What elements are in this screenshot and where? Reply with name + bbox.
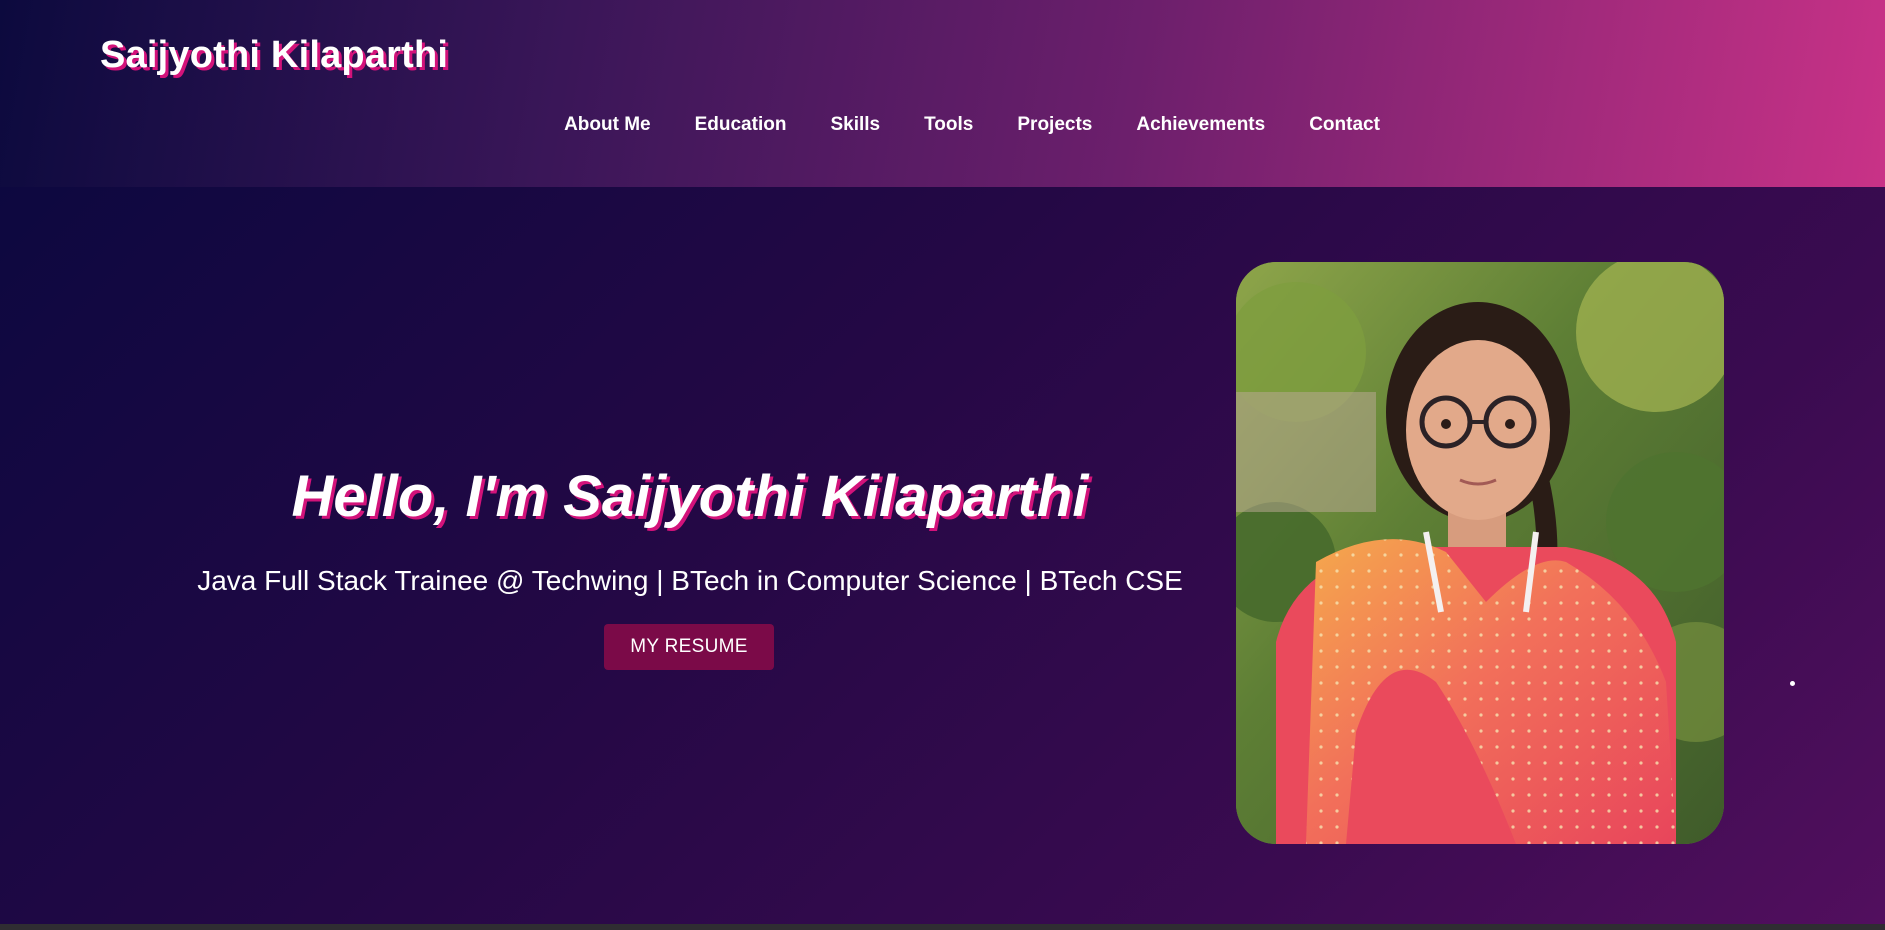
brand-name[interactable]: Saijyothi Kilaparthi [100,34,448,77]
nav-projects[interactable]: Projects [995,114,1114,136]
nav-education[interactable]: Education [673,114,809,136]
resume-button[interactable]: MY RESUME [604,624,774,670]
bottom-strip [0,924,1885,930]
hero-title: Hello, I'm Saijyothi Kilaparthi [291,464,1089,529]
profile-photo [1236,262,1724,844]
decorative-dot [1790,681,1795,686]
hero-text: Hello, I'm Saijyothi Kilaparthi Java Ful… [130,187,1250,924]
nav-links: About Me Education Skills Tools Projects… [542,114,1402,136]
site-header: Saijyothi Kilaparthi About Me Education … [0,0,1885,187]
hero-section: Hello, I'm Saijyothi Kilaparthi Java Ful… [0,187,1885,924]
main-nav: About Me Education Skills Tools Projects… [0,114,1885,136]
nav-skills[interactable]: Skills [808,114,902,136]
hero-subtitle: Java Full Stack Trainee @ Techwing | BTe… [197,565,1183,596]
nav-contact[interactable]: Contact [1287,114,1402,136]
nav-tools[interactable]: Tools [902,114,995,136]
nav-about-me[interactable]: About Me [542,114,673,136]
nav-achievements[interactable]: Achievements [1114,114,1287,136]
portfolio-page: Saijyothi Kilaparthi About Me Education … [0,0,1885,924]
profile-photo-illustration [1236,262,1724,844]
